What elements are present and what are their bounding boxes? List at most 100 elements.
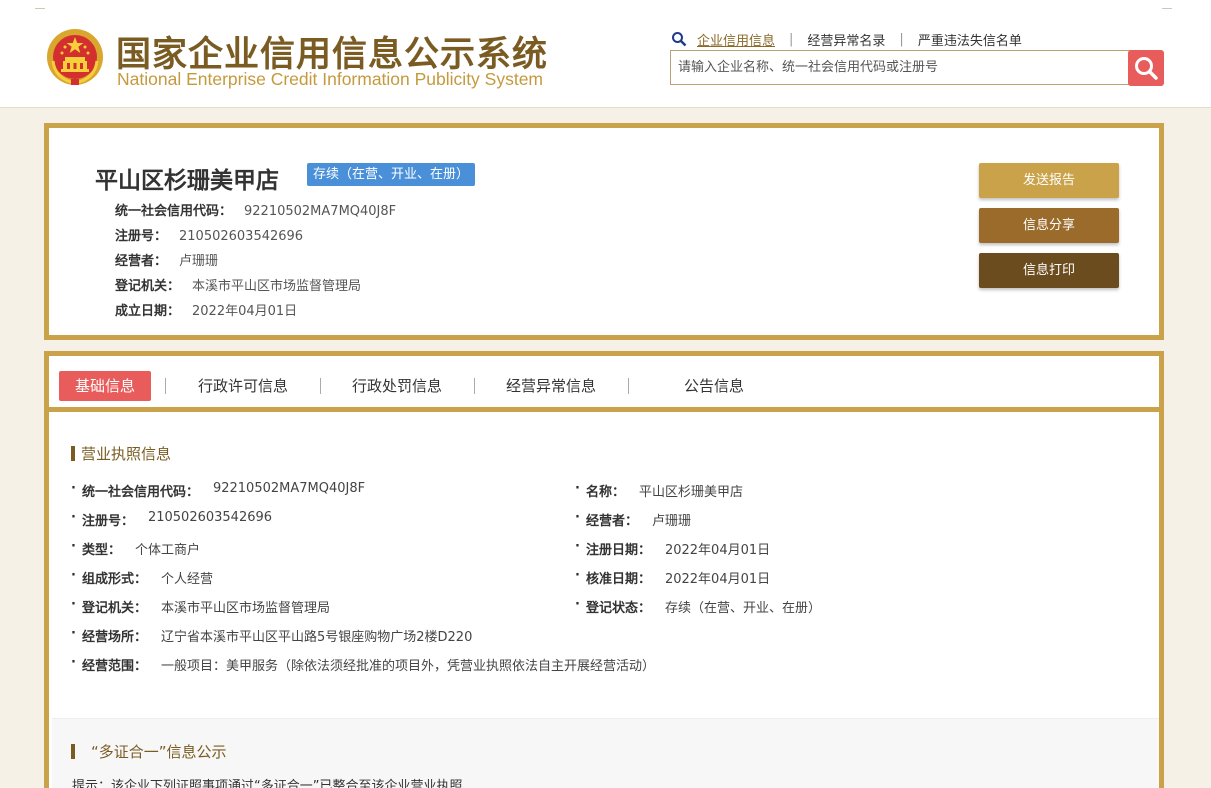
nav-abnormal-list[interactable]: 经营异常名录	[807, 30, 885, 49]
field-label: 经营范围：	[81, 659, 147, 674]
field-value: 个体工商户	[134, 543, 200, 558]
field-credit-code: · 统一社会信用代码： 92210502MA7MQ40J8F	[71, 481, 365, 500]
license-section-label: 营业执照信息	[81, 445, 172, 463]
bullet: ·	[71, 568, 76, 583]
field-label: 经营者：	[585, 514, 638, 529]
section-marker	[71, 744, 75, 759]
bullet: ·	[71, 510, 76, 525]
search-input[interactable]	[671, 51, 1129, 84]
multi-cert-title: “多证合一”信息公示	[71, 741, 227, 762]
field-composition: · 组成形式： 个人经营	[71, 568, 213, 587]
site-title-en: National Enterprise Credit Information P…	[117, 69, 544, 89]
detail-card: 基础信息 行政许可信息 行政处罚信息 经营异常信息 公告信息 营业执照信息 · 统…	[44, 351, 1164, 788]
field-label: 经营场所：	[81, 630, 147, 645]
bullet: ·	[575, 568, 580, 583]
tab-abnormal-operation[interactable]: 经营异常信息	[506, 371, 596, 401]
bullet: ·	[71, 481, 76, 496]
nav-serious-violation-list[interactable]: 严重违法失信名单	[918, 30, 1022, 49]
summary-row-founded-date: 成立日期： 2022年04月01日	[115, 300, 297, 319]
bullet: ·	[71, 655, 76, 670]
nav-separator: |	[789, 31, 794, 47]
tab-separator	[165, 378, 166, 394]
field-type: · 类型： 个体工商户	[71, 539, 200, 558]
field-approval-date: · 核准日期： 2022年04月01日	[575, 568, 770, 587]
tab-announcements[interactable]: 公告信息	[684, 371, 744, 401]
enterprise-summary-card: 平山区杉珊美甲店 存续（在营、开业、在册） 统一社会信用代码： 92210502M…	[44, 123, 1164, 340]
status-badge: 存续（在营、开业、在册）	[307, 163, 476, 186]
summary-value: 92210502MA7MQ40J8F	[244, 204, 397, 219]
summary-row-credit-code: 统一社会信用代码： 92210502MA7MQ40J8F	[115, 200, 396, 219]
corner-mark	[35, 8, 45, 9]
field-reg-date: · 注册日期： 2022年04月01日	[575, 539, 770, 558]
nav-enterprise-credit[interactable]: 企业信用信息	[697, 30, 775, 49]
field-label: 核准日期：	[585, 572, 651, 587]
bullet: ·	[71, 539, 76, 554]
multi-cert-hint: 提示：该企业下列证照事项通过“多证合一”已整合至该企业营业执照	[72, 779, 463, 788]
send-report-button[interactable]: 发送报告	[979, 163, 1119, 198]
field-value: 一般项目：美甲服务（除依法须经批准的项目外，凭营业执照依法自主开展经营活动）	[160, 659, 655, 674]
summary-label: 注册号：	[115, 229, 168, 244]
field-label: 统一社会信用代码：	[81, 485, 199, 500]
multi-cert-section: “多证合一”信息公示 提示：该企业下列证照事项通过“多证合一”已整合至该企业营业…	[52, 718, 1159, 788]
share-info-button[interactable]: 信息分享	[979, 208, 1119, 243]
print-info-button[interactable]: 信息打印	[979, 253, 1119, 288]
field-premises: · 经营场所： 辽宁省本溪市平山区平山路5号银座购物广场2楼D220	[71, 626, 472, 645]
tab-bar: 基础信息 行政许可信息 行政处罚信息 经营异常信息 公告信息	[49, 356, 1159, 412]
site-header: 国家企业信用信息公示系统 National Enterprise Credit …	[0, 0, 1211, 108]
summary-row-authority: 登记机关： 本溪市平山区市场监督管理局	[115, 275, 361, 294]
field-business-scope: · 经营范围： 一般项目：美甲服务（除依法须经批准的项目外，凭营业执照依法自主开展经…	[71, 655, 655, 674]
field-label: 登记状态：	[585, 601, 651, 616]
field-operator: · 经营者： 卢珊珊	[575, 510, 691, 529]
field-value: 存续（在营、开业、在册）	[664, 601, 821, 616]
enterprise-name: 平山区杉珊美甲店	[95, 168, 279, 194]
corner-mark	[1162, 8, 1172, 9]
tab-separator	[474, 378, 475, 394]
field-value: 辽宁省本溪市平山区平山路5号银座购物广场2楼D220	[160, 630, 473, 645]
tab-separator	[628, 378, 629, 394]
field-reg-status: · 登记状态： 存续（在营、开业、在册）	[575, 597, 821, 616]
field-name: · 名称： 平山区杉珊美甲店	[575, 481, 743, 500]
field-value: 2022年04月01日	[664, 572, 771, 587]
bullet: ·	[71, 626, 76, 641]
field-authority: · 登记机关： 本溪市平山区市场监督管理局	[71, 597, 330, 616]
summary-label: 登记机关：	[115, 279, 181, 294]
search-button[interactable]	[1128, 50, 1164, 86]
magnifier-icon	[672, 32, 687, 47]
tab-admin-license[interactable]: 行政许可信息	[198, 371, 288, 401]
summary-value: 卢珊珊	[179, 254, 219, 269]
multi-cert-label: “多证合一”信息公示	[91, 743, 227, 761]
bullet: ·	[575, 481, 580, 496]
bullet: ·	[575, 510, 580, 525]
field-label: 登记机关：	[81, 601, 147, 616]
search-icon	[1135, 57, 1158, 80]
field-value: 210502603542696	[147, 510, 273, 525]
tab-basic-info[interactable]: 基础信息	[59, 371, 152, 401]
search-box	[670, 50, 1130, 85]
field-reg-number: · 注册号： 210502603542696	[71, 510, 272, 529]
field-value: 本溪市平山区市场监督管理局	[160, 601, 330, 616]
field-value: 2022年04月01日	[664, 543, 771, 558]
field-value: 卢珊珊	[651, 514, 691, 529]
bullet: ·	[575, 539, 580, 554]
summary-label: 统一社会信用代码：	[115, 204, 233, 219]
summary-value: 本溪市平山区市场监督管理局	[192, 279, 362, 294]
field-value: 92210502MA7MQ40J8F	[212, 481, 366, 496]
bullet: ·	[575, 597, 580, 612]
summary-label: 经营者：	[115, 254, 168, 269]
field-label: 类型：	[81, 543, 121, 558]
field-label: 名称：	[585, 485, 625, 500]
field-value: 平山区杉珊美甲店	[638, 485, 743, 500]
summary-value: 210502603542696	[179, 229, 304, 244]
summary-row-operator: 经营者： 卢珊珊	[115, 250, 218, 269]
national-emblem-icon	[47, 29, 103, 85]
bullet: ·	[71, 597, 76, 612]
license-section-title: 营业执照信息	[71, 443, 171, 464]
field-label: 组成形式：	[81, 572, 147, 587]
tab-admin-penalty[interactable]: 行政处罚信息	[352, 371, 442, 401]
field-value: 个人经营	[160, 572, 213, 587]
section-marker	[71, 446, 75, 461]
tab-separator	[320, 378, 321, 394]
field-label: 注册号：	[81, 514, 134, 529]
nav-separator: |	[899, 31, 904, 47]
top-nav: 企业信用信息 | 经营异常名录 | 严重违法失信名单	[671, 30, 1022, 49]
